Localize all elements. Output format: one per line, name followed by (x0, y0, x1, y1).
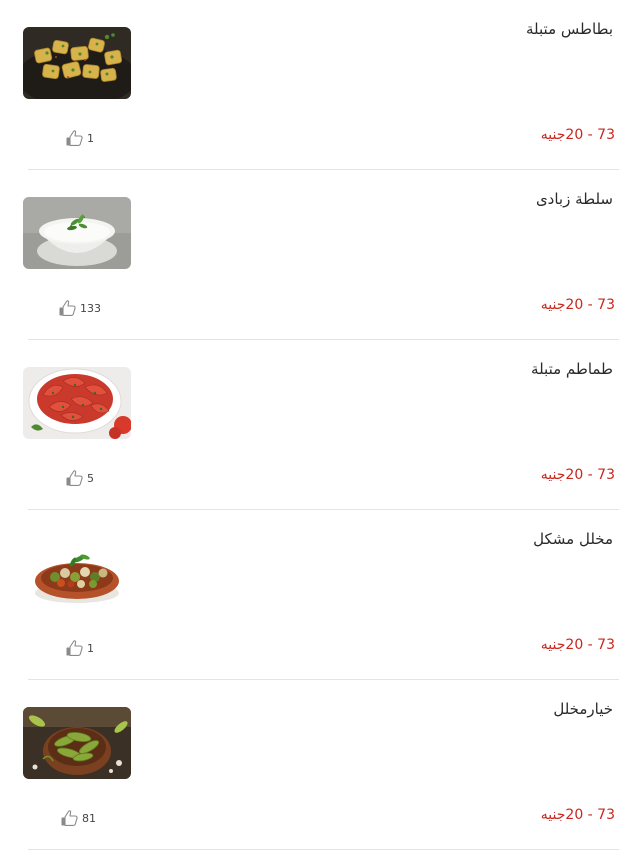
thumbs-up-icon (66, 470, 83, 486)
item-price: 20 - 73جنيه (541, 637, 615, 653)
yogurt-salad-photo (23, 197, 131, 269)
item-image[interactable] (23, 707, 131, 779)
price-range: 20 - 73 (565, 297, 615, 313)
currency-label: جنيه (540, 127, 566, 143)
like-button[interactable]: 81 (60, 808, 96, 828)
mixed-pickles-photo (23, 537, 131, 609)
menu-item[interactable]: خيارمخلل 20 - 73جنيه 81 (0, 680, 627, 850)
spiced-tomatoes-photo (23, 367, 131, 439)
menu-item[interactable]: سلطة زبادى 20 - 73جنيه 133 (0, 170, 627, 340)
like-button[interactable]: 1 (65, 128, 94, 148)
item-image[interactable] (23, 367, 131, 439)
thumbs-up-icon (66, 640, 83, 656)
pickled-cucumber-photo (23, 707, 131, 779)
thumbs-up-icon (59, 300, 76, 316)
menu-item-list: بطاطس متبلة 20 - 73جنيه 1 سلطة زبادى 20 … (0, 0, 627, 850)
like-count: 1 (87, 641, 94, 655)
like-button[interactable]: 133 (58, 298, 101, 318)
item-price: 20 - 73جنيه (541, 127, 615, 143)
item-name: مخلل مشكل (533, 530, 613, 548)
item-price: 20 - 73جنيه (541, 807, 615, 823)
item-image[interactable] (23, 27, 131, 99)
like-button[interactable]: 5 (65, 468, 94, 488)
item-image[interactable] (23, 537, 131, 609)
item-name: سلطة زبادى (535, 190, 613, 208)
like-count: 133 (80, 301, 101, 315)
price-range: 20 - 73 (565, 467, 615, 483)
item-name: بطاطس متبلة (526, 20, 613, 38)
spiced-potatoes-photo (23, 27, 131, 99)
currency-label: جنيه (540, 297, 566, 313)
like-count: 1 (87, 131, 94, 145)
like-button[interactable]: 1 (65, 638, 94, 658)
item-divider (28, 849, 619, 850)
item-name: طماطم متبلة (531, 360, 613, 378)
currency-label: جنيه (540, 637, 566, 653)
thumbs-up-icon (61, 810, 78, 826)
price-range: 20 - 73 (565, 637, 615, 653)
like-count: 5 (87, 471, 94, 485)
currency-label: جنيه (540, 807, 566, 823)
item-image[interactable] (23, 197, 131, 269)
currency-label: جنيه (540, 467, 566, 483)
price-range: 20 - 73 (565, 807, 615, 823)
thumbs-up-icon (66, 130, 83, 146)
menu-item[interactable]: مخلل مشكل 20 - 73جنيه 1 (0, 510, 627, 680)
item-price: 20 - 73جنيه (541, 297, 615, 313)
item-name: خيارمخلل (553, 700, 613, 718)
price-range: 20 - 73 (565, 127, 615, 143)
item-price: 20 - 73جنيه (541, 467, 615, 483)
menu-item[interactable]: بطاطس متبلة 20 - 73جنيه 1 (0, 0, 627, 170)
like-count: 81 (82, 811, 96, 825)
menu-item[interactable]: طماطم متبلة 20 - 73جنيه 5 (0, 340, 627, 510)
